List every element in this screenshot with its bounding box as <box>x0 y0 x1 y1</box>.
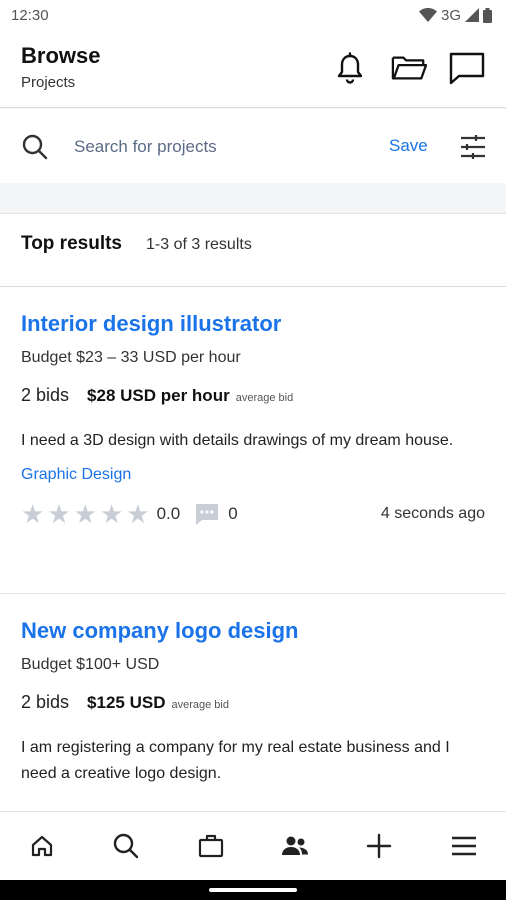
search-bar: Save <box>0 109 506 183</box>
project-budget: Budget $23 – 33 USD per hour <box>21 349 241 366</box>
home-gesture-handle[interactable] <box>209 888 297 892</box>
notification-bell-icon[interactable] <box>332 50 368 86</box>
project-description: I need a 3D design with details drawings… <box>21 432 454 449</box>
filter-icon[interactable] <box>459 134 487 160</box>
system-gesture-bar <box>0 880 506 900</box>
results-title: Top results <box>21 233 122 254</box>
folder-icon[interactable] <box>391 50 427 86</box>
menu-icon[interactable] <box>444 826 484 866</box>
status-bar: 12:30 3G <box>0 0 506 30</box>
project-card[interactable]: New company logo design Budget $100+ USD… <box>0 594 506 834</box>
results-header: Top results 1-3 of 3 results <box>0 214 506 287</box>
bids-row: 2 bids $28 USD per hour average bid <box>21 385 485 406</box>
status-time: 12:30 <box>11 6 49 24</box>
battery-icon <box>483 7 492 23</box>
wifi-icon <box>418 8 437 22</box>
comment-count: 0 <box>228 504 238 523</box>
star-icon: ★ <box>126 499 150 529</box>
average-bid-amount: $125 USD <box>87 693 166 712</box>
bid-count: 2 bids <box>21 385 70 405</box>
search-icon[interactable] <box>106 826 146 866</box>
average-bid-label: average bid <box>171 699 229 711</box>
project-title[interactable]: New company logo design <box>21 594 485 644</box>
star-icon: ★ <box>99 499 124 529</box>
project-meta: ★ ★ ★ ★ ★ 0.0 0 4 seconds ago <box>21 501 485 527</box>
search-input[interactable] <box>72 133 366 161</box>
page-subtitle: Projects <box>21 74 76 91</box>
star-icon: ★ <box>73 499 97 529</box>
average-bid-label: average bid <box>235 392 294 404</box>
network-type: 3G <box>440 6 461 24</box>
star-icon: ★ <box>47 499 71 529</box>
bottom-navigation <box>0 811 506 880</box>
rating-value: 0.0 <box>156 504 181 523</box>
average-bid-amount: $28 USD per hour <box>87 386 230 405</box>
briefcase-icon[interactable] <box>191 826 231 866</box>
project-title[interactable]: Interior design illustrator <box>21 287 485 337</box>
project-category-link[interactable]: Graphic Design <box>21 466 485 484</box>
comment-icon <box>196 504 219 525</box>
status-icons: 3G <box>418 6 492 24</box>
project-description: I am registering a company for my real e… <box>21 739 450 782</box>
posted-time: 4 seconds ago <box>380 505 485 522</box>
app-bar: Browse Projects <box>0 30 506 108</box>
bids-row: 2 bids $125 USD average bid <box>21 692 485 713</box>
page-title: Browse <box>21 43 101 68</box>
star-icon: ★ <box>21 499 45 529</box>
people-icon[interactable] <box>275 826 315 866</box>
home-icon[interactable] <box>22 826 62 866</box>
save-search-button[interactable]: Save <box>389 136 428 156</box>
project-card[interactable]: Interior design illustrator Budget $23 –… <box>0 287 506 594</box>
results-count: 1-3 of 3 results <box>146 236 252 253</box>
results-card: Top results 1-3 of 3 results Interior de… <box>0 213 506 834</box>
project-budget: Budget $100+ USD <box>21 656 160 673</box>
add-icon[interactable] <box>359 826 399 866</box>
bid-count: 2 bids <box>21 692 70 712</box>
cell-signal-icon <box>465 8 479 22</box>
chat-icon[interactable] <box>449 50 485 86</box>
search-icon <box>22 134 48 160</box>
